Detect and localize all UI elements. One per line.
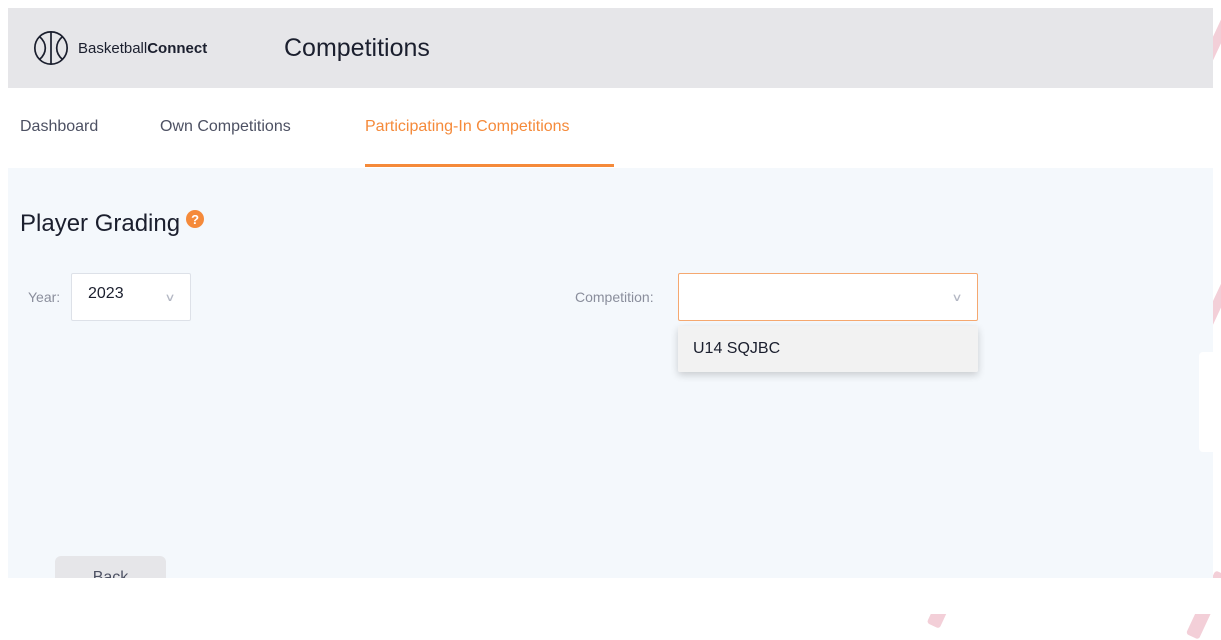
- main-nav: Dashboard Own Competitions Participating…: [8, 88, 1213, 168]
- chevron-down-icon: ∨: [164, 292, 176, 304]
- help-icon[interactable]: ?: [186, 210, 205, 228]
- logo-text-prefix: Basketball: [78, 39, 148, 57]
- year-select-value: 2023: [88, 285, 124, 302]
- competition-select[interactable]: ∨: [678, 273, 978, 321]
- top-header: BasketballConnect Competitions: [8, 8, 1213, 88]
- competition-option[interactable]: U14 SQJBC: [678, 326, 978, 372]
- app-title: Competitions: [284, 34, 430, 62]
- page-title: Player Grading: [20, 210, 181, 237]
- active-tab-indicator: [365, 164, 614, 167]
- competition-dropdown: U14 SQJBC: [678, 326, 978, 372]
- page-bottom: [0, 578, 1221, 614]
- main-content: Player Grading ? Year: 2023 ∨ Competitio…: [8, 168, 1213, 578]
- tab-participating-in-competitions[interactable]: Participating-In Competitions: [365, 118, 570, 136]
- chevron-down-icon: ∨: [951, 292, 963, 304]
- tab-own-competitions[interactable]: Own Competitions: [160, 118, 291, 136]
- page-heading: Player Grading ?: [20, 210, 205, 238]
- competition-label: Competition:: [575, 289, 654, 305]
- year-select[interactable]: 2023 ∨: [71, 273, 191, 321]
- brand-logo[interactable]: BasketballConnect: [32, 28, 207, 68]
- logo-text-bold: Connect: [147, 39, 208, 57]
- basketball-icon: [33, 30, 69, 66]
- logo-text: BasketballConnect: [78, 40, 207, 57]
- tab-dashboard[interactable]: Dashboard: [20, 118, 98, 136]
- side-panel-edge: [1199, 352, 1213, 452]
- year-label: Year:: [28, 289, 61, 305]
